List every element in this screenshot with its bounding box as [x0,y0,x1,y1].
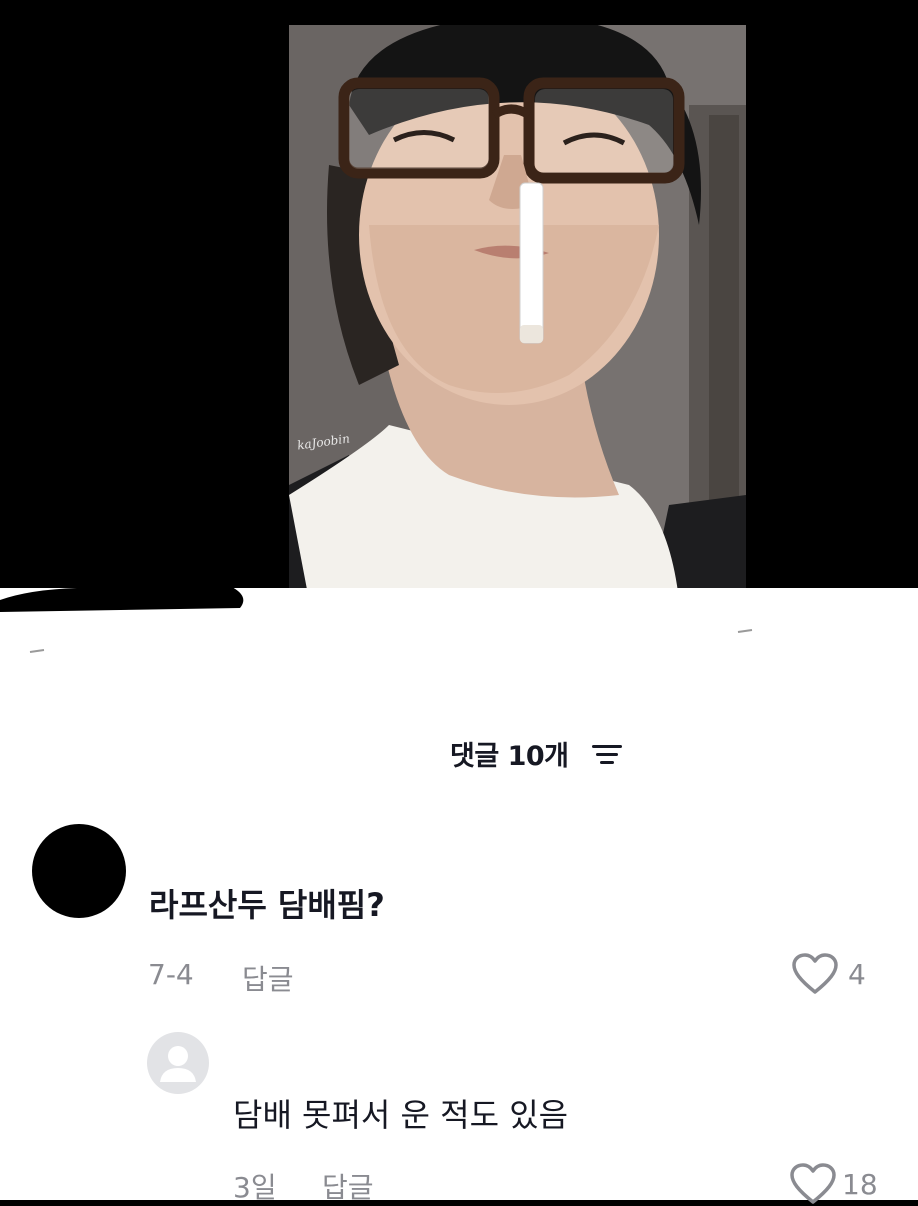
default-user-avatar[interactable] [147,1032,209,1094]
like-count: 4 [848,958,866,991]
comment-date: 3일 [233,1171,277,1204]
reply-button[interactable]: 답글 [322,1166,374,1206]
heart-icon[interactable] [788,1162,838,1206]
reply-button[interactable]: 답글 [242,958,294,998]
like-count: 18 [842,1168,878,1201]
comment-text: 라프산두 담배핌? [149,886,385,924]
comment-date: 7-4 [148,958,194,991]
sheet-top-edge [0,588,753,653]
user-silhouette-icon [160,1046,196,1082]
video-area[interactable]: kaJoobin [0,0,918,600]
video-photo[interactable]: kaJoobin [289,25,746,600]
person-photo-illustration [289,25,746,600]
comments-header: 댓글 10개 [0,720,918,780]
comments-sheet: 댓글 10개 라프산두 담배핌? 7-4 답글 4 담배 못펴서 운 적도 있음… [0,588,918,1204]
comment-count-title: 댓글 10개 [450,741,569,772]
filter-icon[interactable] [592,742,622,766]
commenter-avatar[interactable] [32,824,126,918]
heart-icon[interactable] [790,952,840,996]
comment-text: 담배 못펴서 운 적도 있음 [233,1096,569,1134]
